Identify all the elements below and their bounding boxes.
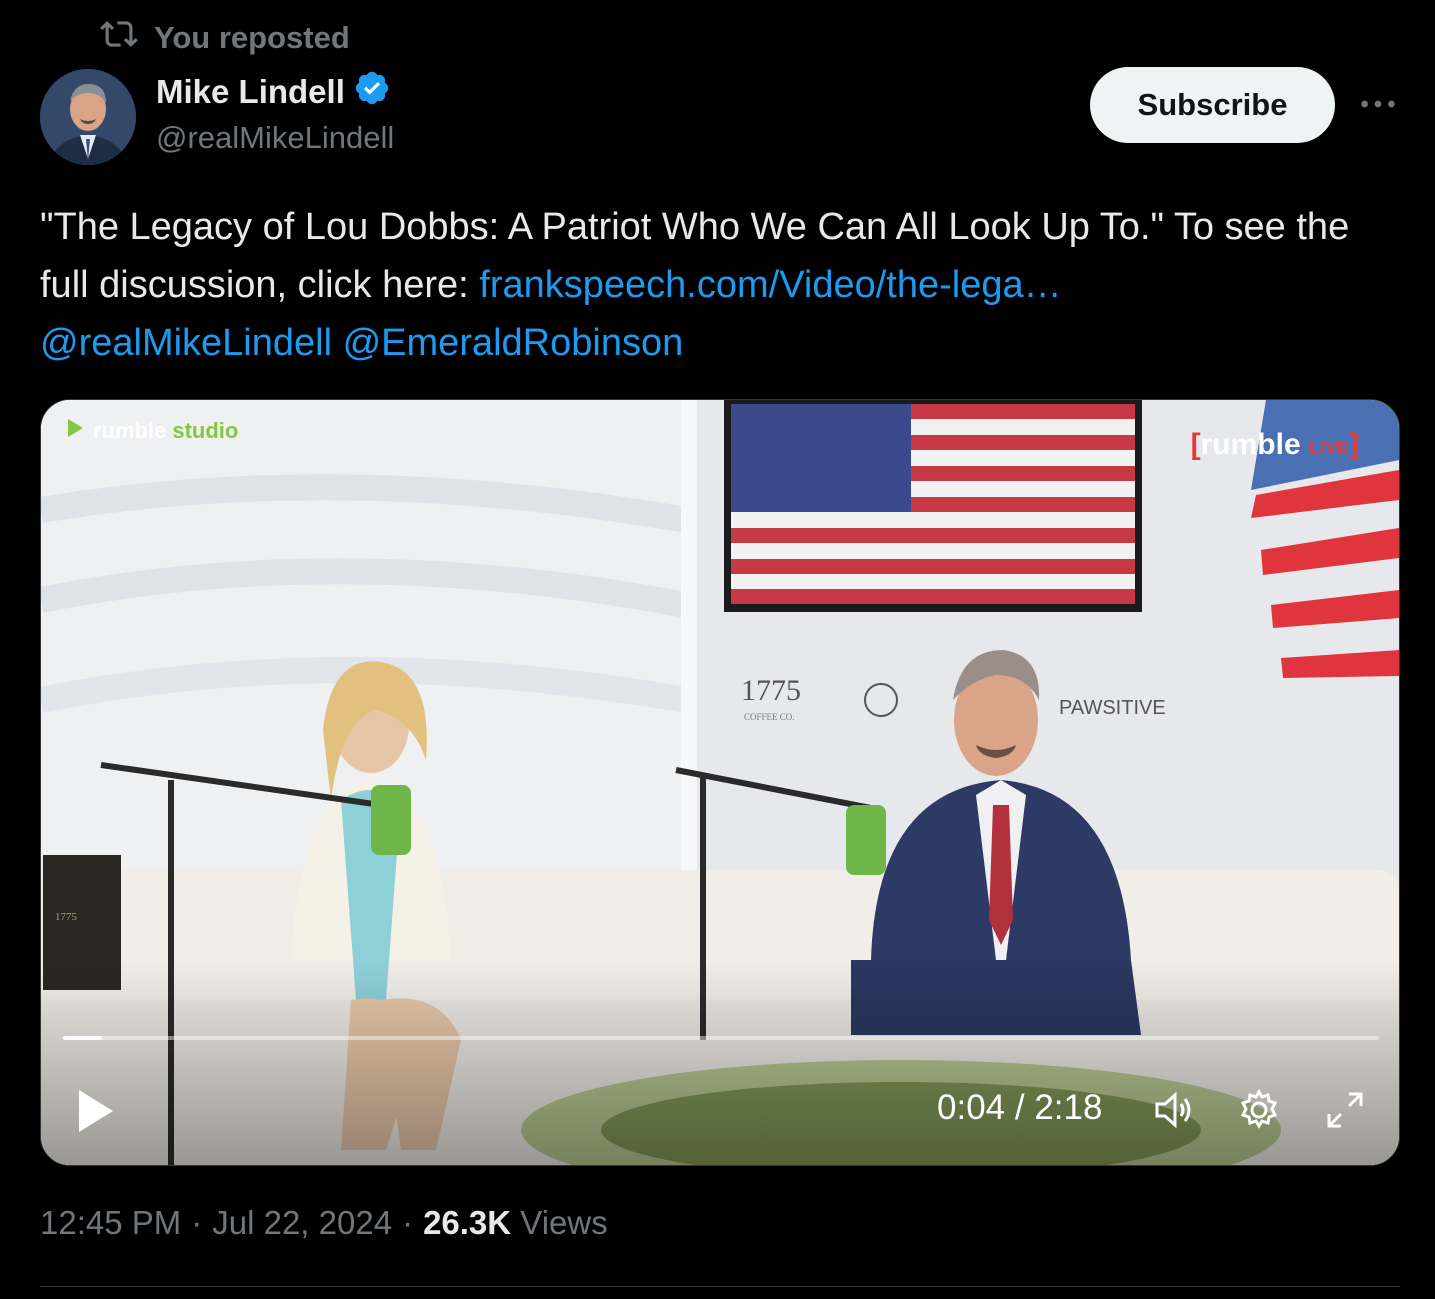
subscribe-button[interactable]: Subscribe <box>1090 67 1335 143</box>
volume-icon[interactable] <box>1151 1088 1195 1132</box>
watermark-live: LIVE <box>1308 438 1349 458</box>
svg-text:PAWSITIVE: PAWSITIVE <box>1059 697 1166 719</box>
rumble-live-watermark: [rumble LIVE] <box>1191 428 1359 462</box>
rumble-studio-watermark: rumble studio <box>63 416 238 446</box>
watermark-bracket-open: [ <box>1190 428 1201 461</box>
video-progress-bar[interactable] <box>63 1036 1379 1040</box>
tweet-text: "The Legacy of Lou Dobbs: A Patriot Who … <box>40 198 1400 372</box>
avatar[interactable] <box>40 69 136 165</box>
watermark-brand: rumble <box>1200 428 1301 461</box>
tweet-meta: 12:45 PM · Jul 22, 2024 · 26.3K Views <box>40 1204 608 1242</box>
verified-badge-icon <box>353 69 391 115</box>
views-count: 26.3K <box>423 1204 512 1241</box>
meta-separator: · <box>402 1204 414 1241</box>
play-icon[interactable] <box>75 1086 117 1136</box>
repost-indicator: You reposted <box>100 18 350 58</box>
settings-icon[interactable] <box>1237 1088 1281 1132</box>
author-block: Mike Lindell @realMikeLindell <box>156 70 394 156</box>
svg-text:COFFEE CO.: COFFEE CO. <box>744 712 795 722</box>
tweet-time[interactable]: 12:45 PM <box>40 1204 181 1242</box>
video-player[interactable]: 1775 COFFEE CO. PAWSITIVE 1775 rumble st… <box>40 399 1400 1166</box>
video-progress-fill <box>63 1036 103 1040</box>
watermark-bracket-close: ] <box>1349 428 1359 461</box>
duration: 2:18 <box>1034 1088 1103 1127</box>
fullscreen-icon[interactable] <box>1323 1088 1367 1132</box>
time-separator: / <box>1005 1088 1035 1127</box>
mention-link[interactable]: @EmeraldRobinson <box>343 322 684 364</box>
repost-label: You reposted <box>154 20 350 55</box>
tweet-link[interactable]: frankspeech.com/Video/the-lega… <box>479 264 1061 306</box>
rumble-play-icon <box>63 416 87 446</box>
watermark-suffix: studio <box>172 418 239 443</box>
current-time: 0:04 <box>937 1088 1006 1127</box>
svg-text:1775: 1775 <box>55 911 78 923</box>
repost-icon <box>100 15 138 61</box>
more-icon[interactable] <box>1356 86 1400 122</box>
author-handle[interactable]: @realMikeLindell <box>156 120 394 156</box>
divider <box>40 1286 1400 1287</box>
views-label: Views <box>520 1204 608 1241</box>
controls-overlay <box>41 960 1399 1165</box>
mention-link[interactable]: @realMikeLindell <box>40 322 332 364</box>
author-name[interactable]: Mike Lindell <box>156 73 345 111</box>
video-time: 0:04 / 2:18 <box>937 1088 1102 1128</box>
meta-separator: · <box>191 1204 203 1241</box>
svg-text:1775: 1775 <box>741 674 801 707</box>
watermark-brand: rumble <box>93 418 167 443</box>
tweet-date[interactable]: Jul 22, 2024 <box>212 1204 392 1242</box>
